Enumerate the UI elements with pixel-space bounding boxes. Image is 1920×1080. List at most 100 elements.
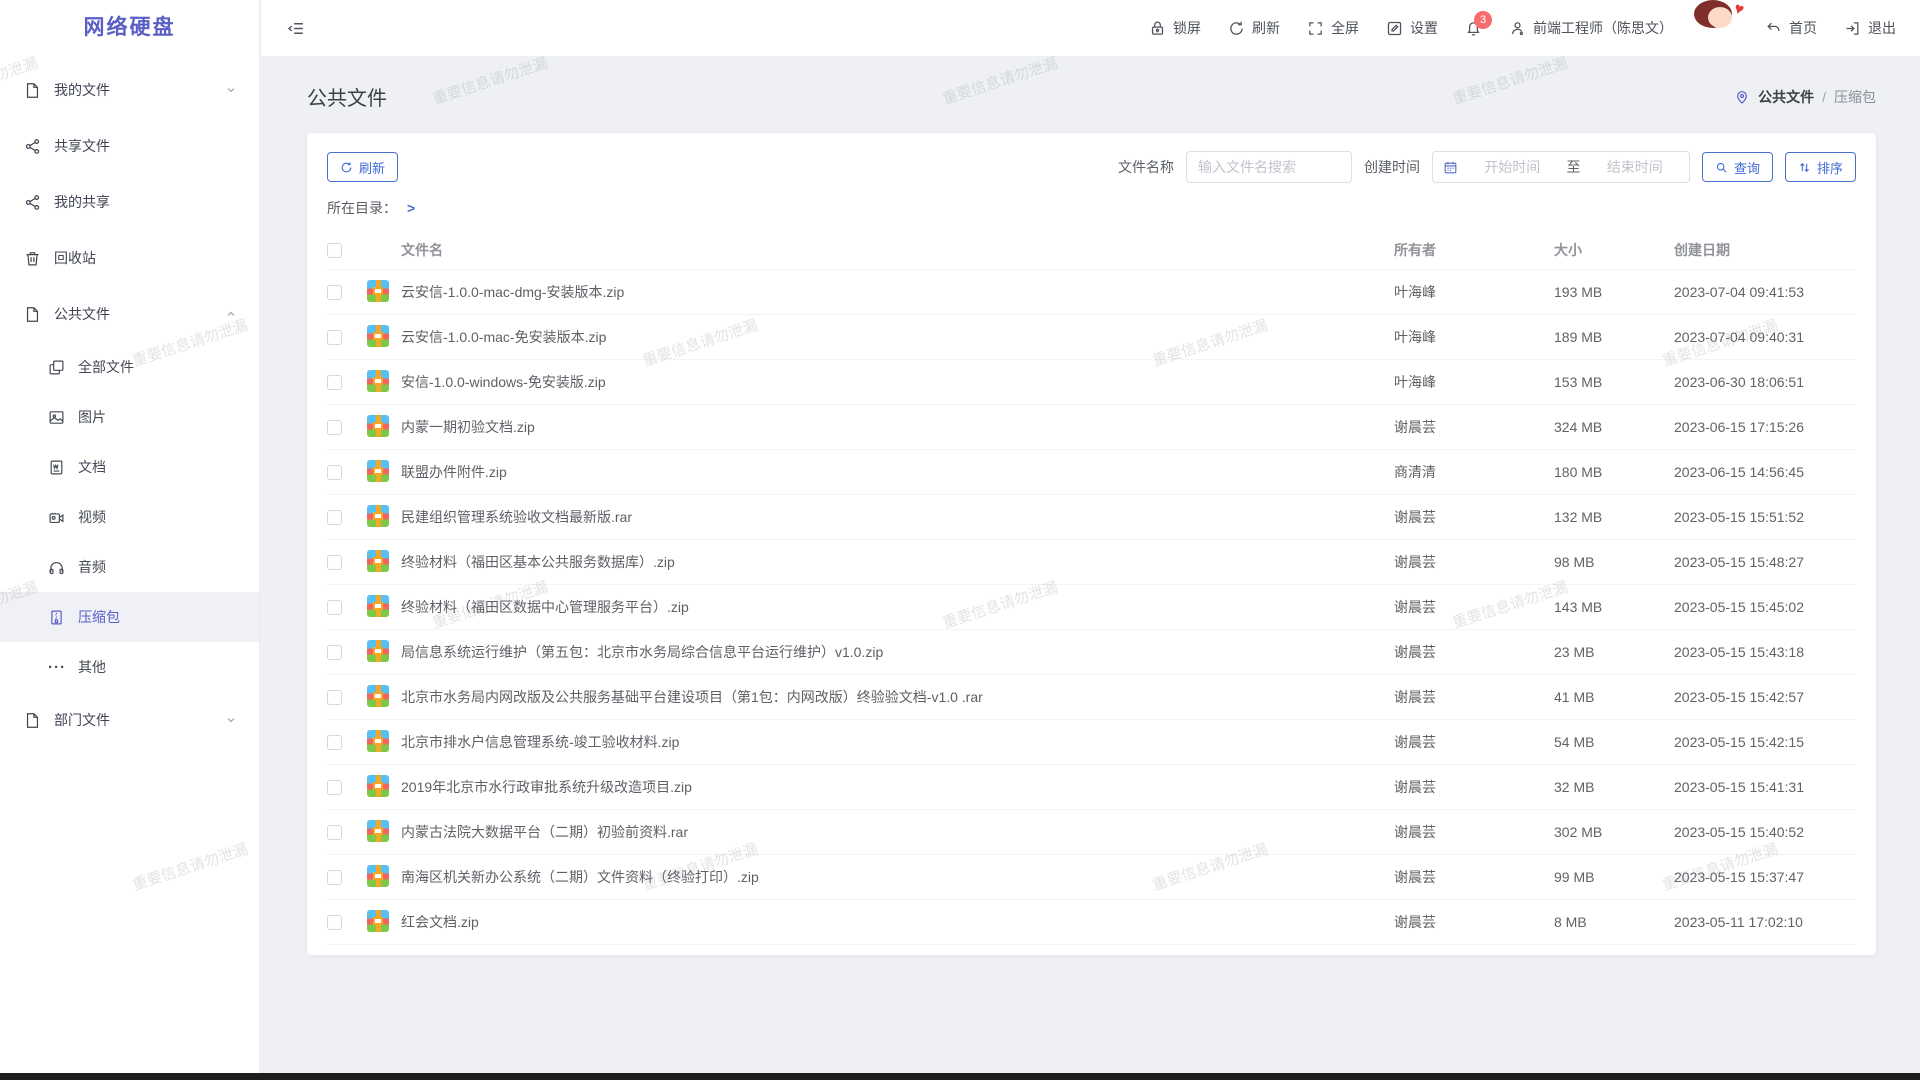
date-range-to-label: 至	[1566, 157, 1580, 177]
file-name[interactable]: 终验材料（福田区数据中心管理服务平台）.zip	[401, 597, 1380, 617]
row-checkbox[interactable]	[327, 645, 342, 660]
file-owner: 谢晨芸	[1380, 822, 1540, 842]
table-row[interactable]: 终验材料（福田区数据中心管理服务平台）.zip 谢晨芸 143 MB 2023-…	[327, 585, 1856, 630]
row-checkbox[interactable]	[327, 285, 342, 300]
table-row[interactable]: 局信息系统运行维护（第五包：北京市水务局综合信息平台运行维护）v1.0.zip …	[327, 630, 1856, 675]
column-header-date[interactable]: 创建日期	[1660, 240, 1856, 260]
table-row[interactable]: 2019年北京市水行政审批系统升级改造项目.zip 谢晨芸 32 MB 2023…	[327, 765, 1856, 810]
sidebar-item-audio[interactable]: 音频	[0, 542, 259, 592]
table-row[interactable]: 内蒙一期初验文档.zip 谢晨芸 324 MB 2023-06-15 17:15…	[327, 405, 1856, 450]
row-checkbox[interactable]	[327, 465, 342, 480]
table-row[interactable]: 联盟办件附件.zip 商清清 180 MB 2023-06-15 14:56:4…	[327, 450, 1856, 495]
file-name[interactable]: 内蒙古法院大数据平台（二期）初验前资料.rar	[401, 822, 1380, 842]
table-row[interactable]: 民建组织管理系统验收文档最新版.rar 谢晨芸 132 MB 2023-05-1…	[327, 495, 1856, 540]
sidebar-item-my-shares[interactable]: 我的共享	[0, 174, 259, 230]
zip-file-icon	[367, 775, 389, 797]
lock-screen-button[interactable]: 锁屏	[1149, 18, 1201, 38]
sidebar-item-all-files[interactable]: 全部文件	[0, 342, 259, 392]
table-row[interactable]: 安信-1.0.0-windows-免安装版.zip 叶海峰 153 MB 202…	[327, 360, 1856, 405]
row-checkbox[interactable]	[327, 735, 342, 750]
filename-filter-label: 文件名称	[1118, 157, 1174, 177]
row-checkbox[interactable]	[327, 420, 342, 435]
row-checkbox[interactable]	[327, 600, 342, 615]
fullscreen-button[interactable]: 全屏	[1307, 18, 1359, 38]
table-row[interactable]: 南海区机关新办公系统（二期）文件资料（终验打印）.zip 谢晨芸 99 MB 2…	[327, 855, 1856, 900]
file-name[interactable]: 云安信-1.0.0-mac-dmg-安装版本.zip	[401, 282, 1380, 302]
image-icon	[48, 409, 65, 426]
column-header-owner[interactable]: 所有者	[1380, 240, 1540, 260]
file-name[interactable]: 北京市水务局内网改版及公共服务基础平台建设项目（第1包：内网改版）终验验文档-v…	[401, 687, 1380, 707]
heart-icon: ♥	[1731, 0, 1746, 20]
refresh-icon	[1228, 20, 1245, 37]
table-row[interactable]: 北京市排水户信息管理系统-竣工验收材料.zip 谢晨芸 54 MB 2023-0…	[327, 720, 1856, 765]
row-checkbox[interactable]	[327, 870, 342, 885]
sidebar-item-department-files[interactable]: 部门文件	[0, 692, 259, 748]
sidebar-item-archives[interactable]: 压缩包	[0, 592, 259, 642]
sidebar-item-docs[interactable]: 文档	[0, 442, 259, 492]
file-owner: 谢晨芸	[1380, 777, 1540, 797]
row-checkbox[interactable]	[327, 690, 342, 705]
sidebar-item-videos[interactable]: 视频	[0, 492, 259, 542]
zip-file-icon	[367, 595, 389, 617]
user-menu[interactable]: 前端工程师（陈思文）	[1509, 18, 1673, 38]
copy-icon	[48, 359, 65, 376]
refresh-list-label: 刷新	[359, 158, 385, 177]
zip-file-icon	[367, 910, 389, 932]
select-all-checkbox[interactable]	[327, 243, 342, 258]
file-date: 2023-06-15 17:15:26	[1660, 419, 1856, 435]
file-size: 143 MB	[1540, 599, 1660, 615]
chevron-up-icon	[225, 308, 237, 320]
column-header-name[interactable]: 文件名	[401, 240, 1380, 260]
table-row[interactable]: 红会文档.zip 谢晨芸 8 MB 2023-05-11 17:02:10	[327, 900, 1856, 945]
file-name[interactable]: 云安信-1.0.0-mac-免安装版本.zip	[401, 327, 1380, 347]
directory-root-link[interactable]: >	[407, 200, 415, 216]
fullscreen-icon	[1307, 20, 1324, 37]
sidebar-item-recycle-bin[interactable]: 回收站	[0, 230, 259, 286]
sidebar-item-public-files[interactable]: 公共文件	[0, 286, 259, 342]
file-name[interactable]: 南海区机关新办公系统（二期）文件资料（终验打印）.zip	[401, 867, 1380, 887]
file-name[interactable]: 安信-1.0.0-windows-免安装版.zip	[401, 372, 1380, 392]
file-date: 2023-06-15 14:56:45	[1660, 464, 1856, 480]
settings-button[interactable]: 设置	[1386, 18, 1438, 38]
file-name[interactable]: 联盟办件附件.zip	[401, 462, 1380, 482]
row-checkbox[interactable]	[327, 915, 342, 930]
row-checkbox[interactable]	[327, 510, 342, 525]
logout-button[interactable]: 退出	[1844, 18, 1896, 38]
sidebar-collapse-button[interactable]	[287, 19, 306, 38]
table-row[interactable]: 云安信-1.0.0-mac-dmg-安装版本.zip 叶海峰 193 MB 20…	[327, 270, 1856, 315]
file-name[interactable]: 内蒙一期初验文档.zip	[401, 417, 1380, 437]
table-row[interactable]: 北京市水务局内网改版及公共服务基础平台建设项目（第1包：内网改版）终验验文档-v…	[327, 675, 1856, 720]
file-name[interactable]: 北京市排水户信息管理系统-竣工验收材料.zip	[401, 732, 1380, 752]
sidebar-item-other[interactable]: ··· 其他	[0, 642, 259, 692]
breadcrumb-root[interactable]: 公共文件	[1758, 87, 1814, 107]
sidebar-item-images[interactable]: 图片	[0, 392, 259, 442]
file-name[interactable]: 红会文档.zip	[401, 912, 1380, 932]
row-checkbox[interactable]	[327, 555, 342, 570]
breadcrumb: 公共文件 / 压缩包	[1734, 87, 1876, 107]
row-checkbox[interactable]	[327, 780, 342, 795]
avatar[interactable]: ♥	[1700, 9, 1738, 47]
sidebar-item-shared-files[interactable]: 共享文件	[0, 118, 259, 174]
row-checkbox[interactable]	[327, 375, 342, 390]
filename-search-input[interactable]	[1186, 151, 1352, 183]
notifications-button[interactable]: 3	[1465, 20, 1482, 37]
refresh-list-button[interactable]: 刷新	[327, 152, 398, 182]
table-row[interactable]: 内蒙古法院大数据平台（二期）初验前资料.rar 谢晨芸 302 MB 2023-…	[327, 810, 1856, 855]
sort-button[interactable]: 排序	[1785, 152, 1856, 182]
zip-file-icon	[367, 865, 389, 887]
file-owner: 谢晨芸	[1380, 642, 1540, 662]
table-row[interactable]: 终验材料（福田区基本公共服务数据库）.zip 谢晨芸 98 MB 2023-05…	[327, 540, 1856, 585]
file-name[interactable]: 局信息系统运行维护（第五包：北京市水务局综合信息平台运行维护）v1.0.zip	[401, 642, 1380, 662]
file-name[interactable]: 民建组织管理系统验收文档最新版.rar	[401, 507, 1380, 527]
home-button[interactable]: 首页	[1765, 18, 1817, 38]
row-checkbox[interactable]	[327, 825, 342, 840]
file-name[interactable]: 终验材料（福田区基本公共服务数据库）.zip	[401, 552, 1380, 572]
query-button[interactable]: 查询	[1702, 152, 1773, 182]
file-name[interactable]: 2019年北京市水行政审批系统升级改造项目.zip	[401, 777, 1380, 797]
table-row[interactable]: 云安信-1.0.0-mac-免安装版本.zip 叶海峰 189 MB 2023-…	[327, 315, 1856, 360]
row-checkbox[interactable]	[327, 330, 342, 345]
sidebar-item-my-files[interactable]: 我的文件	[0, 62, 259, 118]
column-header-size[interactable]: 大小	[1540, 240, 1660, 260]
date-range-picker[interactable]: 开始时间 至 结束时间	[1432, 151, 1690, 183]
refresh-button[interactable]: 刷新	[1228, 18, 1280, 38]
